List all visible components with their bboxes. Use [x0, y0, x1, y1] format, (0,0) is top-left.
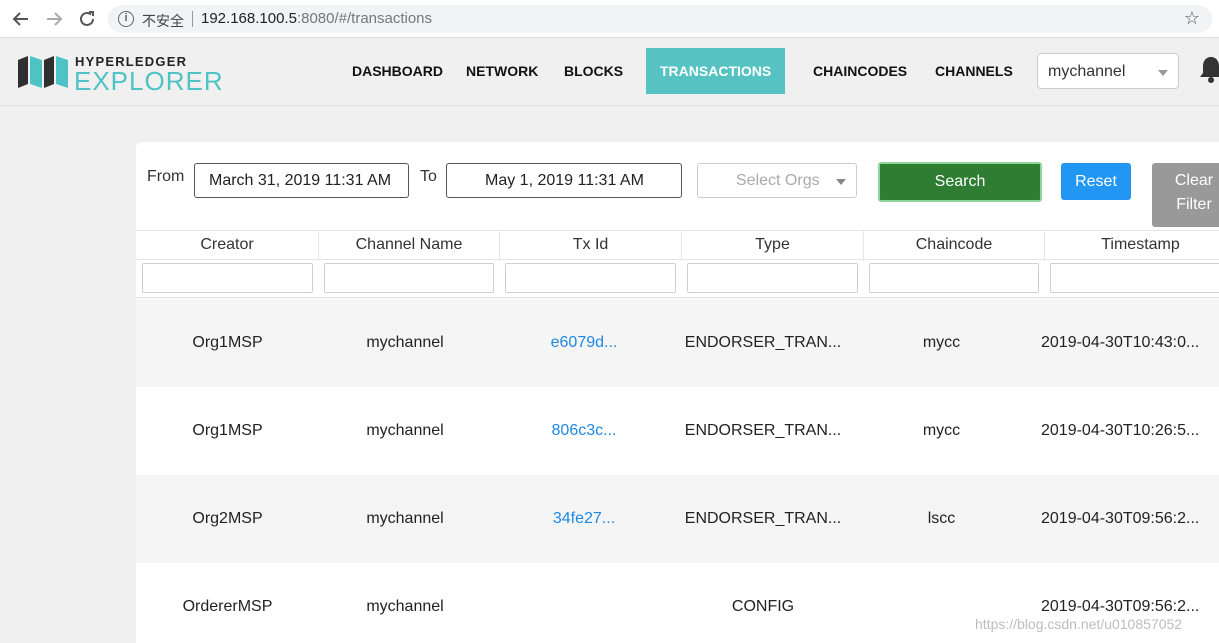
column-header-creator[interactable]: Creator [136, 231, 319, 261]
logo-mark-icon [18, 56, 68, 88]
watermark-text: https://blog.csdn.net/u010857052 [975, 616, 1183, 632]
creator-cell: Org1MSP [192, 422, 263, 439]
address-separator [192, 11, 193, 27]
browser-toolbar: i 不安全 192.168.100.5:8080/#/transactions … [0, 0, 1219, 38]
timestamp-cell: 2019-04-30T09:56:2... [1041, 510, 1200, 527]
to-date-input[interactable]: May 1, 2019 11:31 AM [446, 163, 682, 198]
table-header: Creator Channel Name Tx Id Type Chaincod… [136, 230, 1219, 261]
select-orgs-dropdown[interactable]: Select Orgs [697, 163, 857, 198]
url-text[interactable]: 192.168.100.5:8080/#/transactions [201, 10, 432, 27]
type-cell: ENDORSER_TRAN... [684, 510, 842, 527]
channel-cell: mychannel [366, 422, 444, 439]
column-header-tx-id[interactable]: Tx Id [500, 231, 682, 261]
type-filter-input[interactable] [687, 263, 858, 293]
creator-cell: OrdererMSP [182, 598, 273, 615]
to-label: To [420, 168, 437, 185]
hyperledger-explorer-logo[interactable]: HYPERLEDGER EXPLORER [18, 52, 223, 96]
logo-text-bottom: EXPLORER [74, 66, 224, 96]
column-header-chaincode[interactable]: Chaincode [864, 231, 1045, 261]
column-filter-row [136, 260, 1219, 298]
channel-cell: mychannel [366, 510, 444, 527]
tx-id-filter-input[interactable] [505, 263, 676, 293]
clear-filter-label-line1: Clear [1174, 172, 1214, 189]
nav-channels[interactable]: CHANNELS [931, 48, 1017, 94]
chaincode-filter-input[interactable] [869, 263, 1039, 293]
back-arrow-icon[interactable] [10, 8, 32, 30]
nav-blocks[interactable]: BLOCKS [560, 48, 627, 94]
nav-chaincodes[interactable]: CHAINCODES [809, 48, 911, 94]
creator-cell: Org1MSP [192, 334, 263, 351]
timestamp-cell: 2019-04-30T10:43:0... [1041, 334, 1200, 351]
channel-cell: mychannel [366, 334, 444, 351]
channel-cell: mychannel [366, 598, 444, 615]
clear-filter-label-line2: Filter [1176, 196, 1212, 213]
tx-id-link[interactable] [500, 563, 668, 643]
nav-network[interactable]: NETWORK [462, 48, 542, 94]
table-row[interactable]: Org1MSP mychannel e6079d... ENDORSER_TRA… [136, 299, 1219, 387]
from-date-input[interactable]: March 31, 2019 11:31 AM [194, 163, 409, 198]
chaincode-cell: lscc [927, 510, 956, 527]
chevron-down-icon [836, 179, 846, 185]
bookmark-star-icon[interactable]: ☆ [1184, 8, 1200, 29]
table-row[interactable]: Org1MSP mychannel 806c3c... ENDORSER_TRA… [136, 387, 1219, 475]
column-header-type[interactable]: Type [682, 231, 864, 261]
chaincode-cell: mycc [922, 334, 961, 351]
insecure-label: 不安全 [142, 14, 184, 30]
nav-dashboard[interactable]: DASHBOARD [348, 48, 447, 94]
transactions-card: From March 31, 2019 11:31 AM To May 1, 2… [136, 142, 1219, 643]
timestamp-cell: 2019-04-30T10:26:5... [1041, 422, 1200, 439]
info-icon[interactable]: i [118, 11, 134, 27]
channel-select[interactable]: mychannel [1037, 53, 1179, 89]
reset-button[interactable]: Reset [1061, 163, 1131, 200]
type-cell: ENDORSER_TRAN... [684, 422, 842, 439]
tx-id-link[interactable]: e6079d... [500, 299, 668, 387]
chevron-down-icon [1158, 70, 1168, 76]
nav-transactions[interactable]: TRANSACTIONS [646, 48, 786, 94]
tx-id-link[interactable]: 806c3c... [500, 387, 668, 475]
channel-select-value: mychannel [1048, 63, 1126, 80]
creator-filter-input[interactable] [142, 263, 313, 293]
reload-icon[interactable] [76, 8, 98, 30]
bell-icon[interactable] [1196, 54, 1219, 84]
select-orgs-placeholder: Select Orgs [736, 172, 820, 189]
creator-cell: Org2MSP [192, 510, 263, 527]
clear-filter-button[interactable]: Clear Filter [1152, 163, 1219, 227]
app-header: HYPERLEDGER EXPLORER DASHBOARD NETWORK B… [0, 38, 1219, 106]
type-cell: CONFIG [731, 598, 795, 615]
column-header-timestamp[interactable]: Timestamp [1045, 231, 1219, 261]
type-cell: ENDORSER_TRAN... [684, 334, 842, 351]
address-bar[interactable]: i 不安全 192.168.100.5:8080/#/transactions … [108, 5, 1212, 33]
channel-name-filter-input[interactable] [324, 263, 494, 293]
from-label: From [147, 168, 185, 185]
forward-arrow-icon[interactable] [43, 8, 65, 30]
timestamp-filter-input[interactable] [1050, 263, 1219, 293]
table-row[interactable]: Org2MSP mychannel 34fe27... ENDORSER_TRA… [136, 475, 1219, 563]
chaincode-cell: mycc [922, 422, 961, 439]
search-button[interactable]: Search [878, 162, 1042, 202]
tx-id-link[interactable]: 34fe27... [500, 475, 668, 563]
column-header-channel-name[interactable]: Channel Name [319, 231, 500, 261]
